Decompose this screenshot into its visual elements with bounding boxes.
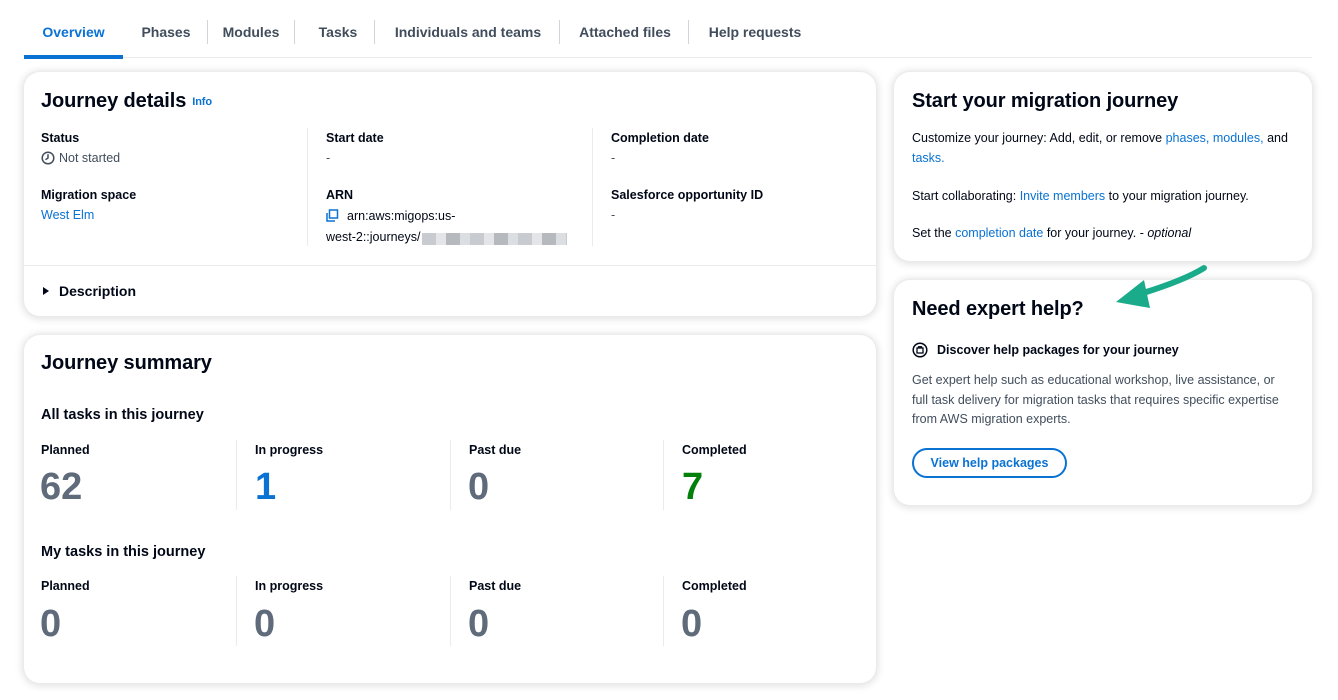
metric-divider (663, 576, 664, 646)
metric-divider (450, 576, 451, 646)
tab-attached-files[interactable]: Attached files (572, 18, 678, 58)
tab-divider (207, 20, 208, 44)
my-past-due-label: Past due (469, 579, 522, 593)
caret-right-icon (43, 287, 49, 295)
clock-icon (41, 151, 55, 165)
invite-members-link[interactable]: Invite members (1020, 189, 1105, 203)
my-past-due-value: 0 (468, 603, 490, 645)
tab-bar: Overview Phases Modules Tasks Individual… (24, 0, 1312, 59)
tab-divider (374, 20, 375, 44)
my-completed-label: Completed (682, 579, 747, 593)
metric-divider (236, 576, 237, 646)
completion-suffix: for your journey. - (1043, 226, 1148, 240)
column-divider (592, 128, 593, 246)
customize-paragraph: Customize your journey: Add, edit, or re… (912, 128, 1302, 168)
migration-space-link[interactable]: West Elm (41, 208, 94, 222)
metric-divider (450, 440, 451, 510)
collaborate-paragraph: Start collaborating: Invite members to y… (912, 186, 1302, 206)
all-in-progress-label: In progress (255, 443, 324, 457)
info-link[interactable]: Info (192, 96, 212, 108)
tab-phases[interactable]: Phases (134, 18, 198, 58)
all-in-progress-value[interactable]: 1 (255, 468, 276, 506)
tab-tasks[interactable]: Tasks (312, 18, 364, 58)
view-help-packages-button[interactable]: View help packages (912, 448, 1067, 478)
status-value: Not started (41, 151, 120, 165)
all-tasks-title: All tasks in this journey (41, 407, 204, 423)
all-completed-value[interactable]: 7 (682, 468, 703, 506)
my-planned-value: 0 (40, 603, 62, 645)
my-completed-value: 0 (681, 603, 703, 645)
start-date-value: - (326, 151, 331, 165)
start-date-label: Start date (326, 131, 384, 145)
tab-divider (688, 20, 689, 44)
tab-overview[interactable]: Overview (24, 18, 123, 59)
completion-paragraph: Set the completion date for your journey… (912, 223, 1302, 243)
all-planned-value: 62 (40, 466, 83, 508)
journey-details-card: Journey details Info Status Not started M… (24, 72, 876, 316)
expert-help-title: Need expert help? (912, 298, 1084, 320)
salesforce-label: Salesforce opportunity ID (611, 188, 764, 202)
arn-value-line-2: west-2::journeys/ (326, 230, 421, 244)
optional-text: optional (1147, 226, 1192, 240)
collaborate-text: Start collaborating: (912, 189, 1020, 203)
customize-text: Customize your journey: Add, edit, or re… (912, 131, 1166, 145)
tab-divider (294, 20, 295, 44)
my-planned-label: Planned (41, 579, 90, 593)
expert-help-description-line-3: from AWS migration experts. (912, 412, 1071, 426)
status-text: Not started (59, 151, 121, 165)
copy-icon[interactable] (326, 209, 339, 222)
arn-label: ARN (326, 188, 354, 202)
and-text: and (1263, 131, 1288, 145)
description-expander[interactable]: Description (41, 283, 136, 299)
metric-divider (663, 440, 664, 510)
phases-link[interactable]: phases, (1166, 131, 1210, 145)
tab-help-requests[interactable]: Help requests (702, 18, 808, 58)
redacted-arn-segment (422, 233, 567, 245)
salesforce-value: - (611, 208, 616, 222)
my-in-progress-value: 0 (254, 603, 276, 645)
help-packages-subtitle: Discover help packages for your journey (912, 342, 1179, 358)
expert-help-description: Get expert help such as educational work… (912, 371, 1307, 430)
tab-divider (559, 20, 560, 44)
tasks-link[interactable]: tasks. (912, 151, 945, 165)
all-past-due-value: 0 (468, 466, 490, 508)
arn-value: arn:aws:migops:us- (326, 209, 455, 223)
modules-link[interactable]: modules, (1213, 131, 1264, 145)
collaborate-suffix: to your migration journey. (1105, 189, 1249, 203)
set-text: Set the (912, 226, 956, 240)
journey-details-heading: Journey details (41, 90, 187, 112)
journey-summary-card: Journey summary All tasks in this journe… (24, 335, 876, 683)
all-planned-label: Planned (41, 443, 90, 457)
metric-divider (236, 440, 237, 510)
arn-line-1: arn:aws:migops:us- (347, 209, 456, 223)
my-tasks-title: My tasks in this journey (41, 544, 206, 560)
completion-date-value: - (611, 151, 616, 165)
tab-individuals-and-teams[interactable]: Individuals and teams (388, 18, 548, 58)
start-journey-card: Start your migration journey Customize y… (894, 72, 1312, 261)
help-packages-subtitle-text: Discover help packages for your journey (937, 343, 1179, 357)
all-completed-label: Completed (682, 443, 747, 457)
expert-help-description-line-1: Get expert help such as educational work… (912, 373, 1275, 387)
start-journey-title: Start your migration journey (912, 90, 1179, 112)
annotation-arrow-icon (1116, 265, 1207, 308)
completion-date-link[interactable]: completion date (955, 226, 1043, 240)
journey-details-title: Journey details Info (41, 90, 212, 113)
description-label: Description (59, 283, 137, 299)
help-package-icon (912, 342, 928, 358)
status-label: Status (41, 131, 80, 145)
column-divider (307, 128, 308, 246)
card-divider (24, 265, 876, 266)
my-in-progress-label: In progress (255, 579, 324, 593)
completion-date-label: Completion date (611, 131, 709, 145)
expert-help-description-line-2: full task delivery for migration tasks t… (912, 392, 1279, 407)
all-past-due-label: Past due (469, 443, 522, 457)
tab-modules[interactable]: Modules (218, 18, 284, 58)
migration-space-label: Migration space (41, 188, 137, 202)
journey-summary-title: Journey summary (41, 352, 212, 374)
